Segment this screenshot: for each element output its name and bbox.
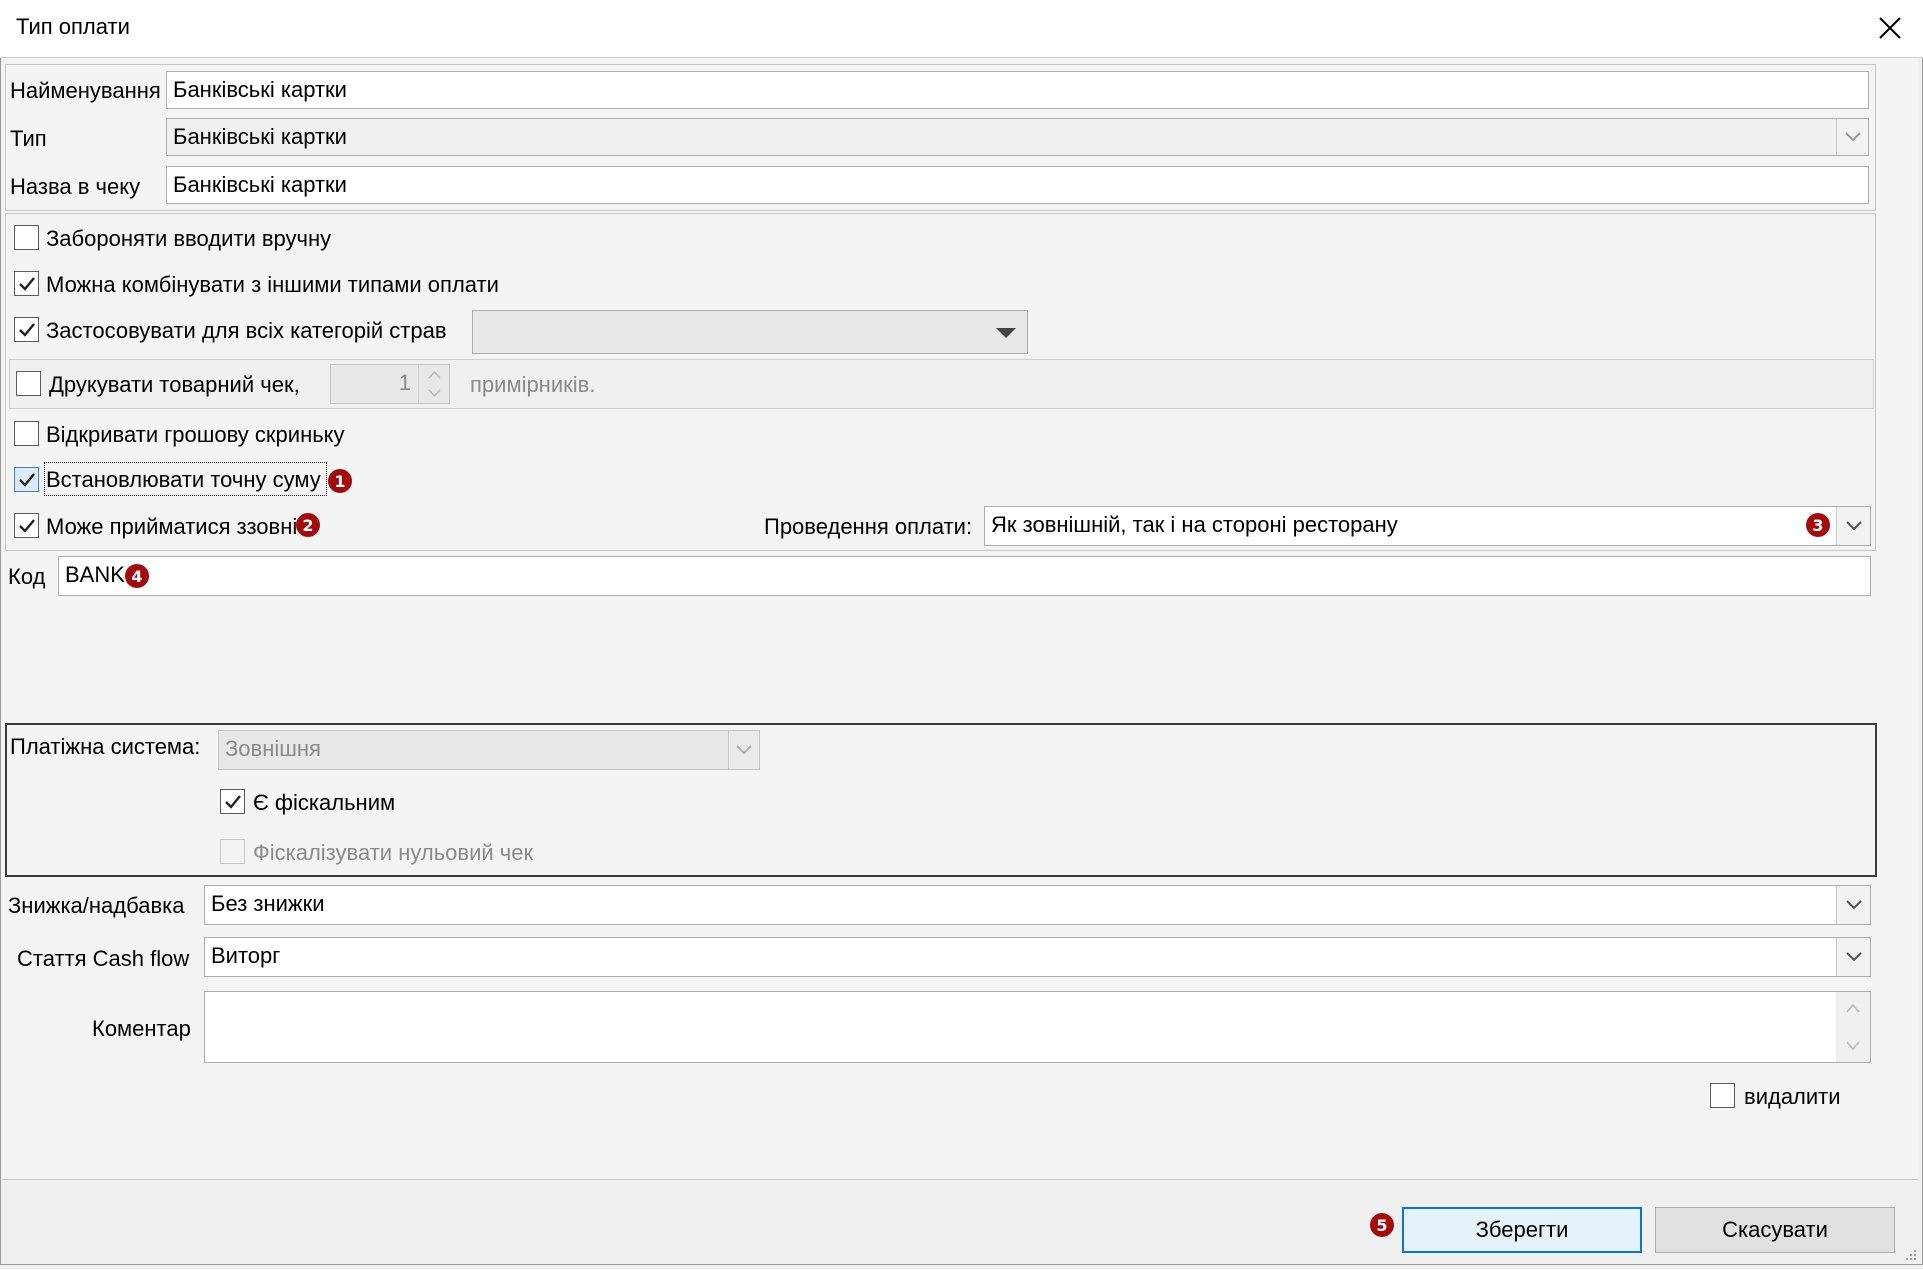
discount-dropdown-button[interactable] (1836, 886, 1870, 924)
chevron-down-icon (736, 745, 752, 755)
open-drawer-checkbox[interactable] (14, 421, 39, 446)
spinner-icon (428, 370, 441, 398)
fiscal-label: Є фіскальним (253, 790, 396, 815)
type-dropdown-button[interactable] (1836, 119, 1868, 155)
discount-select[interactable]: Без знижки (204, 885, 1871, 925)
processing-select-value: Як зовнішній, так і на стороні ресторану (991, 512, 1398, 537)
save-button[interactable]: Зберегти (1402, 1207, 1642, 1253)
code-value: BANK (65, 562, 125, 587)
check-icon (18, 276, 35, 291)
forbid-manual-label: Забороняти вводити вручну (46, 226, 332, 251)
payment-system-select: Зовнішня (218, 730, 760, 770)
cancel-button[interactable]: Скасувати (1655, 1207, 1895, 1253)
receipt-name-label: Назва в чеку (10, 174, 141, 199)
forbid-manual-checkbox[interactable] (14, 225, 39, 250)
code-label: Код (8, 564, 46, 589)
scroll-arrows-icon (1846, 1003, 1860, 1051)
exact-sum-checkbox[interactable] (14, 467, 39, 492)
cashflow-select[interactable]: Виторг (204, 937, 1871, 977)
chevron-down-icon (1845, 900, 1862, 910)
processing-label: Проведення оплати: (764, 514, 973, 539)
cashflow-dropdown-button[interactable] (1836, 938, 1870, 976)
copies-suffix: примірників. (470, 372, 596, 397)
external-label: Може прийматися ззовні (46, 514, 298, 539)
receipt-name-input[interactable]: Банківські картки (166, 166, 1869, 204)
copies-value: 1 (398, 370, 411, 395)
fiscalize-zero-checkbox (220, 839, 245, 864)
cashflow-value: Виторг (211, 943, 281, 968)
resize-grip-icon[interactable] (1900, 1244, 1918, 1262)
fiscalize-zero-label: Фіскалізувати нульовий чек (253, 840, 534, 865)
close-icon[interactable] (1868, 6, 1912, 50)
print-receipt-label: Друкувати товарний чек, (49, 372, 300, 397)
comment-scrollbar[interactable] (1836, 992, 1870, 1062)
processing-dropdown-button[interactable] (1836, 507, 1870, 545)
type-select-value: Банківські картки (173, 124, 347, 149)
delete-label: видалити (1744, 1084, 1841, 1109)
payment-system-value: Зовнішня (225, 736, 321, 761)
discount-label: Знижка/надбавка (8, 893, 185, 918)
fiscal-checkbox[interactable] (220, 789, 245, 814)
callout-badge-1: 1 (328, 469, 352, 493)
cashflow-label: Стаття Cash flow (17, 946, 190, 971)
exact-sum-label: Встановлювати точну суму (46, 467, 321, 492)
type-select[interactable]: Банківські картки (166, 118, 1869, 156)
check-icon (18, 472, 35, 487)
callout-badge-3: 3 (1806, 513, 1830, 537)
delete-checkbox[interactable] (1710, 1083, 1735, 1108)
print-receipt-checkbox[interactable] (16, 371, 41, 396)
open-drawer-label: Відкривати грошову скриньку (46, 422, 345, 447)
payment-system-label: Платіжна система: (10, 734, 201, 759)
discount-value: Без знижки (211, 891, 325, 916)
combine-label: Можна комбінувати з іншими типами оплати (46, 272, 499, 297)
title-bar (0, 0, 1923, 58)
chevron-down-icon (1845, 521, 1862, 531)
chevron-down-icon (1845, 952, 1862, 962)
combine-checkbox[interactable] (14, 271, 39, 296)
chevron-down-icon (1844, 132, 1861, 142)
external-checkbox[interactable] (14, 513, 39, 538)
all-categories-checkbox[interactable] (14, 317, 39, 342)
name-input[interactable]: Банківські картки (166, 71, 1869, 109)
all-categories-label: Застосовувати для всіх категорій страв (46, 318, 447, 343)
type-label: Тип (10, 126, 47, 151)
payment-system-dropdown-button (728, 731, 759, 769)
check-icon (18, 322, 35, 337)
window-title: Тип оплати (16, 14, 130, 39)
callout-badge-4: 4 (125, 564, 149, 588)
processing-select[interactable]: Як зовнішній, так і на стороні ресторану (984, 506, 1871, 546)
callout-badge-2: 2 (296, 513, 320, 537)
comment-textarea[interactable] (204, 991, 1871, 1063)
categories-select[interactable] (472, 310, 1028, 354)
spinner-arrows[interactable] (418, 365, 449, 403)
check-icon (18, 518, 35, 533)
caret-down-icon (996, 328, 1016, 338)
callout-badge-5: 5 (1370, 1213, 1394, 1237)
name-label: Найменування (10, 78, 161, 103)
comment-label: Коментар (92, 1016, 191, 1041)
code-input[interactable]: BANK (58, 556, 1871, 596)
check-icon (224, 794, 241, 809)
